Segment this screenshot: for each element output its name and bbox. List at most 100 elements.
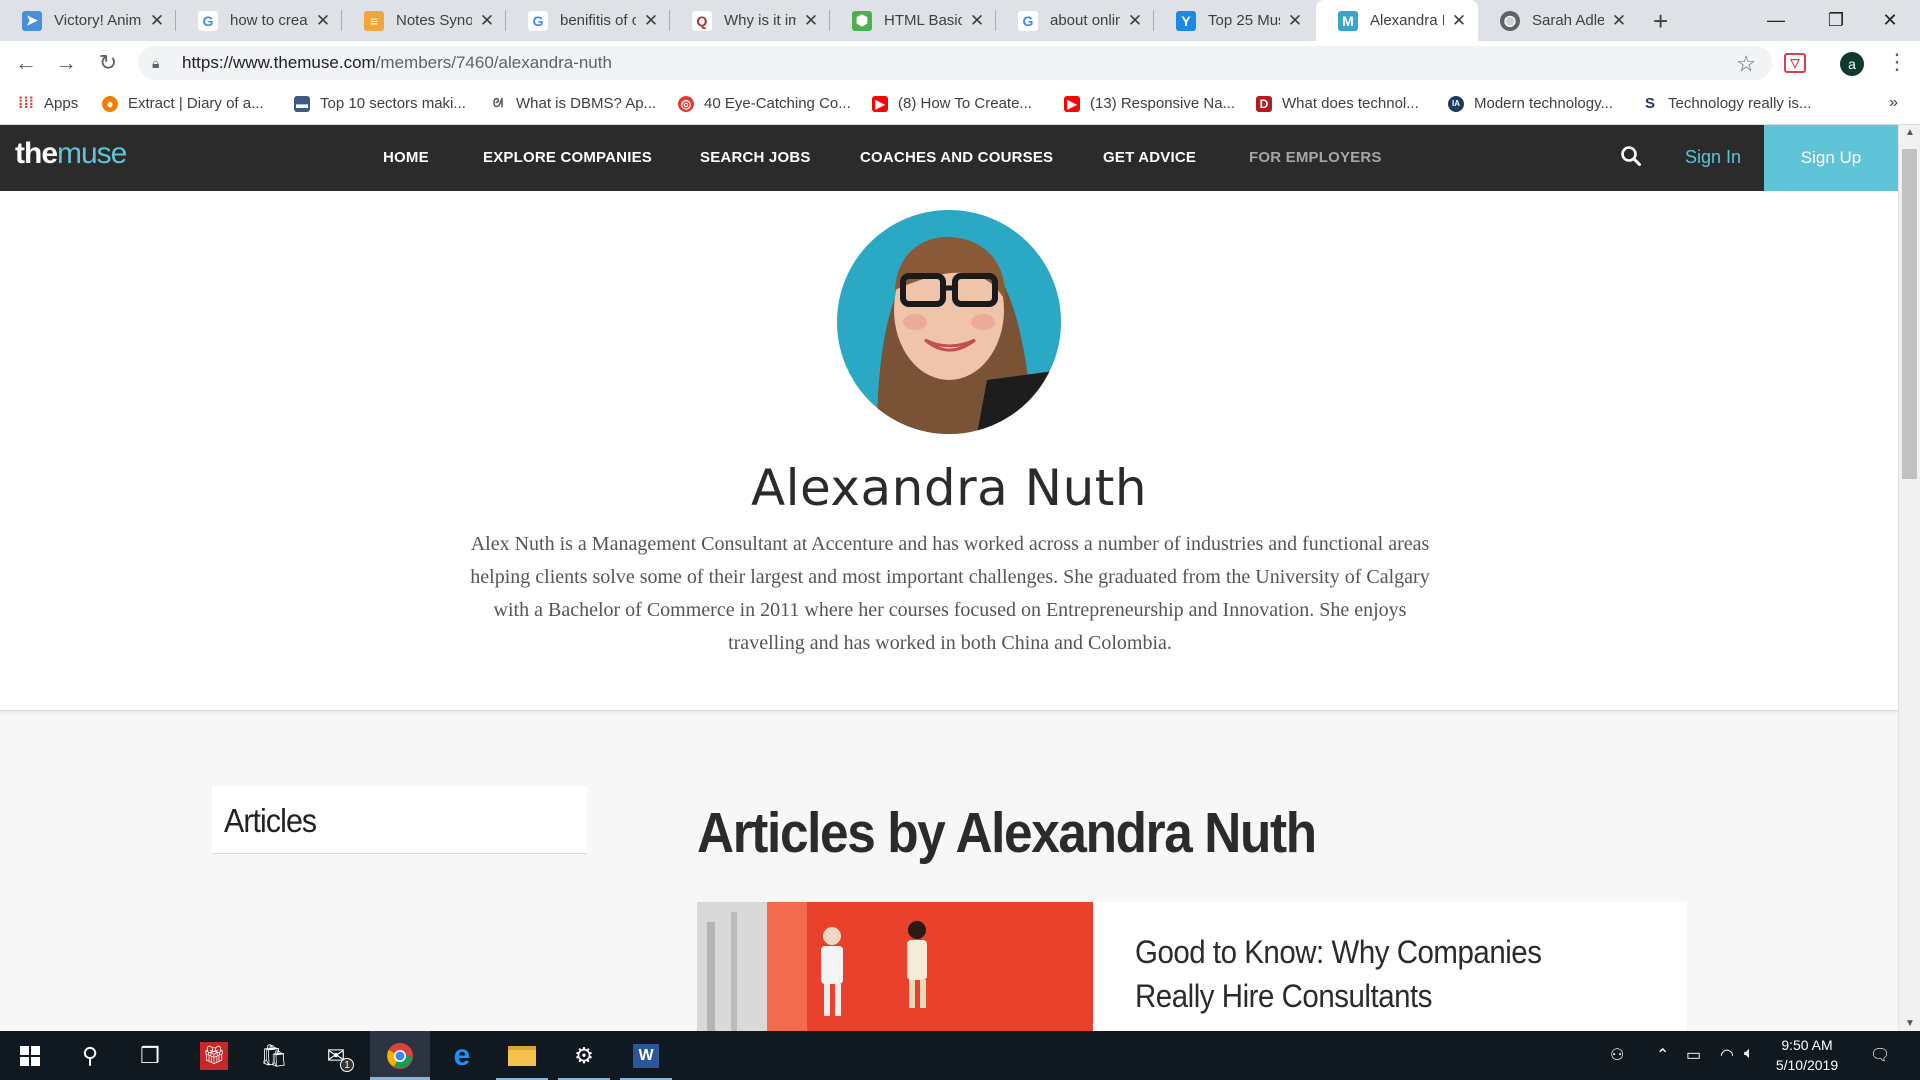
page-scrollbar[interactable]: ▲ ▼ — [1898, 125, 1920, 1031]
browser-tab[interactable]: G how to create ✕ — [176, 0, 342, 41]
article-title-link[interactable]: Good to Know: Why Companies Really Hire … — [1135, 930, 1613, 1018]
system-clock[interactable]: 9:50 AM 5/10/2019 — [1762, 1035, 1852, 1075]
sign-in-link[interactable]: Sign In — [1685, 147, 1741, 168]
scroll-up-arrow-icon[interactable]: ▲ — [1905, 127, 1915, 138]
article-thumbnail[interactable] — [697, 902, 1093, 1031]
pocket-extension-icon[interactable]: ▽ — [1784, 53, 1806, 73]
nav-get-advice[interactable]: GET ADVICE — [1103, 149, 1196, 166]
sidebar-articles-title[interactable]: Articles — [224, 802, 317, 840]
bookmark-item[interactable]: D What does technol... — [1256, 95, 1419, 112]
search-icon[interactable]: ⚲ — [60, 1031, 120, 1080]
windows-taskbar: ⚲ ❒ 🎁︎ 🛍︎ ✉ 1 e ⚙ W ⚇ ⌃ ▭ ◠ 🔈︎ 9:50 AM 5/… — [0, 1031, 1920, 1080]
profile-bio: Alex Nuth is a Management Consultant at … — [470, 533, 1430, 654]
penguin-icon: ● — [102, 95, 118, 112]
bookmark-item[interactable]: IA Modern technology... — [1448, 95, 1613, 112]
bookmark-item[interactable]: ▬ Top 10 sectors maki... — [294, 95, 466, 112]
browser-tab[interactable]: ⬢ HTML Basics ✕ — [830, 0, 996, 41]
wifi-icon[interactable]: ◠ — [1720, 1045, 1734, 1065]
profile-avatar[interactable]: a — [1840, 52, 1864, 76]
browser-tab-active[interactable]: M Alexandra Nuth ✕ — [1316, 0, 1478, 41]
lock-icon: 🔒︎ — [152, 54, 160, 71]
close-tab-icon[interactable]: ✕ — [802, 11, 820, 31]
mail-icon[interactable]: ✉ 1 — [306, 1031, 366, 1080]
file-explorer-icon[interactable] — [492, 1031, 552, 1080]
tray-chevron-up-icon[interactable]: ⌃ — [1656, 1045, 1669, 1065]
html-basics-icon: ⬢ — [852, 10, 872, 31]
notes-icon: ≡ — [364, 10, 384, 31]
youtube-icon: ▶ — [1064, 95, 1080, 112]
notifications-icon[interactable]: 🗨︎ — [1870, 1045, 1890, 1065]
new-tab-icon[interactable]: + — [1653, 8, 1668, 34]
forward-arrow-icon[interactable]: → — [52, 49, 80, 77]
google-icon: G — [1018, 10, 1038, 31]
minimize-icon[interactable]: — — [1746, 0, 1806, 41]
close-tab-icon[interactable]: ✕ — [314, 11, 332, 31]
restore-icon[interactable]: ❐ — [1806, 0, 1866, 41]
close-window-icon[interactable]: ✕ — [1860, 0, 1920, 41]
close-tab-icon[interactable]: ✕ — [642, 11, 660, 31]
nav-coaches-and-courses[interactable]: COACHES AND COURSES — [860, 149, 1053, 166]
profile-photo — [837, 210, 1061, 434]
search-icon[interactable] — [1620, 145, 1642, 167]
browser-tab[interactable]: Q Why is it important ✕ — [670, 0, 830, 41]
bookmarks-overflow-icon[interactable]: » — [1889, 94, 1898, 112]
doc-icon: ▬ — [294, 95, 310, 112]
gift-app-icon[interactable]: 🎁︎ — [184, 1031, 244, 1080]
close-tab-icon[interactable]: ✕ — [968, 11, 986, 31]
target-icon: ◎ — [678, 95, 694, 112]
apps-grid-icon: ⁞⁞⁞ — [18, 94, 34, 112]
browser-tab[interactable]: G about online ✕ — [996, 0, 1154, 41]
browser-tab[interactable]: G benifitis of online ✕ — [506, 0, 670, 41]
chrome-taskbar-icon[interactable] — [370, 1031, 430, 1080]
close-tab-icon[interactable]: ✕ — [478, 11, 496, 31]
close-tab-icon[interactable]: ✕ — [1610, 11, 1628, 31]
nav-explore-companies[interactable]: EXPLORE COMPANIES — [483, 149, 652, 166]
bookmark-item[interactable]: ◎ 40 Eye-Catching Co... — [678, 95, 851, 112]
bookmark-apps[interactable]: ⁞⁞⁞ Apps — [18, 94, 78, 113]
quora-icon: Q — [692, 10, 712, 31]
browser-tab[interactable]: ◍ Sarah Adler ✕ — [1478, 0, 1638, 41]
tutorial-icon: ᘛ — [492, 96, 504, 110]
browser-toolbar: ← → ↻ 🔒︎ https://www.themuse.com/members… — [0, 41, 1920, 85]
yoast-icon: Y — [1176, 10, 1196, 31]
bookmark-item[interactable]: ▶ (13) Responsive Na... — [1064, 95, 1235, 112]
more-menu-icon[interactable]: ⋮ — [1886, 49, 1908, 75]
close-tab-icon[interactable]: ✕ — [148, 11, 166, 31]
volume-icon[interactable]: 🔈︎ — [1744, 1045, 1754, 1063]
bookmark-item[interactable]: ▶ (8) How To Create... — [872, 95, 1032, 112]
bookmark-item[interactable]: ● Extract | Diary of a... — [102, 95, 264, 112]
address-bar[interactable]: 🔒︎ https://www.themuse.com/members/7460/… — [138, 46, 1772, 80]
close-tab-icon[interactable]: ✕ — [1286, 11, 1304, 31]
back-arrow-icon[interactable]: ← — [12, 49, 40, 77]
reload-icon[interactable]: ↻ — [94, 49, 122, 77]
word-icon[interactable]: W — [616, 1031, 676, 1080]
close-tab-icon[interactable]: ✕ — [1126, 11, 1144, 31]
bookmark-item[interactable]: S Technology really is... — [1642, 95, 1811, 112]
browser-tab[interactable]: ➤ Victory! Animated ✕ — [0, 0, 176, 41]
google-icon: G — [198, 10, 218, 31]
themuse-logo[interactable]: themuse — [15, 137, 127, 171]
mail-badge: 1 — [340, 1058, 354, 1072]
people-icon[interactable]: ⚇ — [1610, 1045, 1624, 1065]
close-tab-icon[interactable]: ✕ — [1450, 11, 1468, 31]
article-card[interactable]: Good to Know: Why Companies Really Hire … — [697, 902, 1687, 1031]
browser-tab[interactable]: ≡ Notes Synonyms ✕ — [342, 0, 506, 41]
task-view-icon[interactable]: ❒ — [120, 1031, 180, 1080]
browser-tab[interactable]: Y Top 25 Must ✕ — [1154, 0, 1314, 41]
ia-icon: IA — [1448, 95, 1464, 112]
scroll-down-arrow-icon[interactable]: ▼ — [1905, 1018, 1915, 1029]
nav-home[interactable]: HOME — [383, 149, 429, 166]
nav-for-employers[interactable]: FOR EMPLOYERS — [1249, 149, 1382, 166]
bookmark-star-icon[interactable]: ☆ — [1736, 51, 1756, 77]
scroll-thumb[interactable] — [1902, 149, 1917, 479]
sign-up-button[interactable]: Sign Up — [1764, 125, 1898, 191]
d-icon: D — [1256, 95, 1272, 112]
edge-icon[interactable]: e — [432, 1031, 492, 1080]
battery-icon[interactable]: ▭ — [1686, 1045, 1701, 1065]
articles-heading: Articles by Alexandra Nuth — [697, 801, 1317, 865]
store-icon[interactable]: 🛍︎ — [244, 1031, 304, 1080]
windows-start-icon[interactable] — [0, 1031, 60, 1080]
nav-search-jobs[interactable]: SEARCH JOBS — [700, 149, 811, 166]
settings-gear-icon[interactable]: ⚙ — [554, 1031, 614, 1080]
bookmark-item[interactable]: ᘛ What is DBMS? Ap... — [490, 95, 656, 112]
